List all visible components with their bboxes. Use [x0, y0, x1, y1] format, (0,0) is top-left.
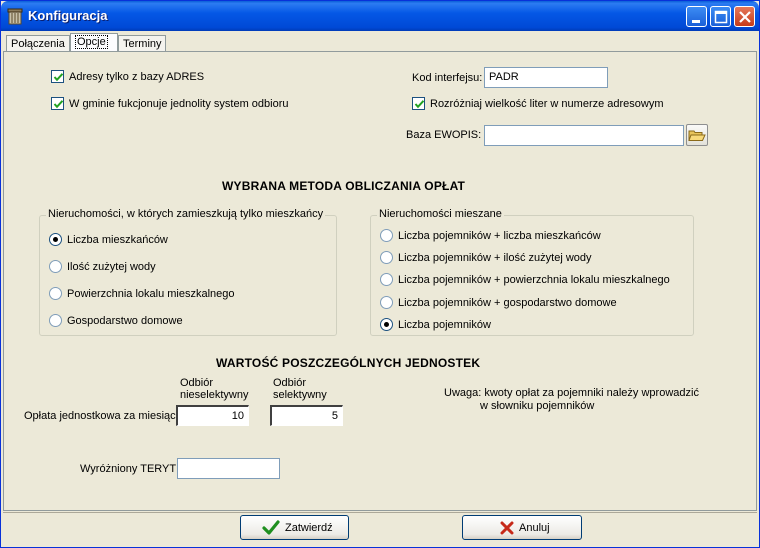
folder-open-icon	[688, 130, 706, 141]
ewopis-label: Baza EWOPIS:	[406, 129, 482, 141]
nonselective-col-header-2: nieselektywny	[180, 389, 249, 401]
confirm-button-label: Zatwierdź	[285, 522, 333, 534]
nonselective-fee-input[interactable]: 10	[176, 405, 249, 426]
radio-label: Gospodarstwo domowe	[67, 315, 183, 327]
ewopis-browse-button[interactable]	[686, 124, 708, 146]
configuration-window: Konfiguracja Połączenia Opcje Terminy Ad…	[0, 0, 760, 548]
adres-only-checkbox[interactable]	[51, 70, 64, 83]
radio-label: Ilość zużytej wody	[67, 261, 156, 273]
window-title: Konfiguracja	[28, 8, 108, 23]
red-x-icon	[500, 521, 514, 535]
radio-liczba-mieszkancow[interactable]	[49, 233, 62, 246]
radio-gospodarstwo[interactable]	[49, 314, 62, 327]
cancel-button[interactable]: Anuluj	[462, 515, 582, 540]
selective-col-header-2: selektywny	[273, 389, 327, 401]
maximize-icon	[714, 10, 728, 24]
minimize-button[interactable]	[686, 6, 707, 27]
interface-code-input[interactable]: PADR	[484, 67, 608, 88]
radio-powierzchnia[interactable]	[49, 287, 62, 300]
tab-terminy[interactable]: Terminy	[118, 35, 166, 52]
checkmark-icon	[414, 100, 425, 109]
method-heading: WYBRANA METODA OBLICZANIA OPŁAT	[222, 179, 466, 193]
radio-ilosc-wody[interactable]	[49, 260, 62, 273]
close-button[interactable]	[734, 6, 755, 27]
radio-pojemniki-powierzchnia[interactable]	[380, 273, 393, 286]
cancel-button-label: Anuluj	[519, 522, 550, 534]
radio-label: Liczba pojemników	[398, 319, 491, 331]
residents-group-title: Nieruchomości, w których zamieszkują tyl…	[46, 208, 326, 220]
radio-label: Liczba pojemników + ilość zużytej wody	[398, 252, 592, 264]
green-check-icon	[262, 520, 280, 535]
case-sensitive-label: Rozróżniaj wielkość liter w numerze adre…	[430, 98, 664, 110]
confirm-button[interactable]: Zatwierdź	[240, 515, 349, 540]
tab-strip: Połączenia Opcje Terminy	[6, 33, 756, 53]
radio-liczba-pojemnikow[interactable]	[380, 318, 393, 331]
note-line-1: Uwaga: kwoty opłat za pojemniki należy w…	[444, 387, 699, 399]
checkmark-icon	[53, 73, 64, 82]
options-panel: Adresy tylko z bazy ADRES W gminie fukcj…	[3, 51, 757, 511]
interface-code-label: Kod interfejsu:	[412, 72, 483, 84]
mixed-group: Nieruchomości mieszane Liczba pojemników…	[370, 208, 694, 336]
radio-label: Liczba mieszkańców	[67, 234, 168, 246]
minimize-icon	[692, 20, 700, 23]
tab-opcje[interactable]: Opcje	[70, 33, 118, 53]
close-icon	[739, 11, 751, 23]
title-bar[interactable]: Konfiguracja	[1, 1, 759, 31]
monthly-fee-label: Opłata jednostkowa za miesiąc	[24, 410, 176, 422]
case-sensitive-checkbox[interactable]	[412, 97, 425, 110]
radio-label: Powierzchnia lokalu mieszkalnego	[67, 288, 235, 300]
single-system-label: W gminie fukcjonuje jednolity system odb…	[69, 98, 289, 110]
ewopis-input[interactable]	[484, 125, 684, 146]
adres-only-label: Adresy tylko z bazy ADRES	[69, 71, 205, 83]
selective-fee-input[interactable]: 5	[270, 405, 343, 426]
footer-separator	[3, 512, 757, 513]
teryt-input[interactable]	[177, 458, 280, 479]
selective-col-header-1: Odbiór	[273, 377, 307, 389]
radio-label: Liczba pojemników + liczba mieszkańców	[398, 230, 601, 242]
radio-pojemniki-woda[interactable]	[380, 251, 393, 264]
residents-group: Nieruchomości, w których zamieszkują tyl…	[39, 208, 337, 336]
radio-label: Liczba pojemników + powierzchnia lokalu …	[398, 274, 670, 286]
tab-polaczenia[interactable]: Połączenia	[6, 35, 70, 52]
radio-pojemniki-mieszkancy[interactable]	[380, 229, 393, 242]
teryt-label: Wyróżniony TERYT	[80, 463, 177, 475]
mixed-group-title: Nieruchomości mieszane	[377, 208, 504, 220]
note-line-2: w słowniku pojemników	[480, 400, 595, 412]
radio-label: Liczba pojemników + gospodarstwo domowe	[398, 297, 617, 309]
units-heading: WARTOŚĆ POSZCZEGÓLNYCH JEDNOSTEK	[216, 356, 481, 370]
checkmark-icon	[53, 100, 64, 109]
single-system-checkbox[interactable]	[51, 97, 64, 110]
radio-pojemniki-gospodarstwo[interactable]	[380, 296, 393, 309]
trash-bin-icon	[7, 8, 23, 25]
maximize-button[interactable]	[710, 6, 731, 27]
nonselective-col-header-1: Odbiór	[180, 377, 214, 389]
